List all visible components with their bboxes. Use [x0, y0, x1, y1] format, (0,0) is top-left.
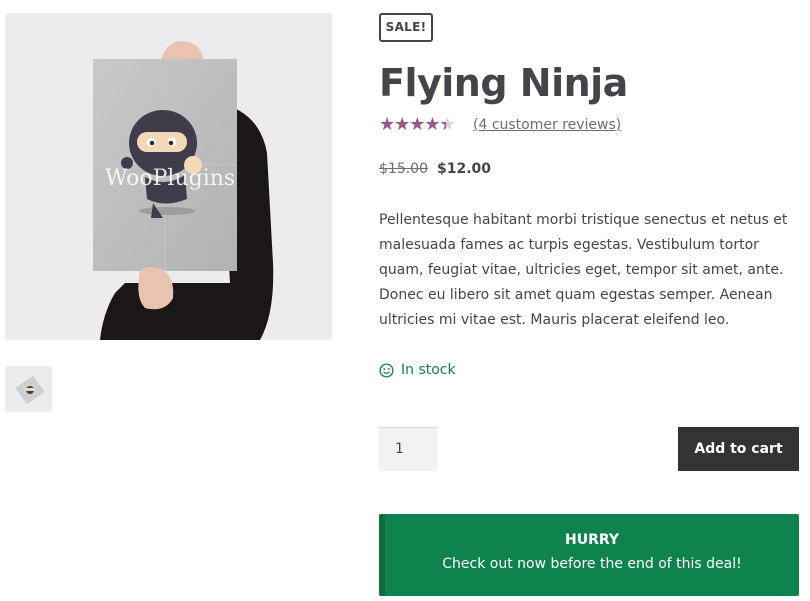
watermark-text: WooPlugins: [105, 166, 235, 191]
stock-text: In stock: [401, 362, 456, 378]
product-main-image[interactable]: WooPlugins: [5, 13, 332, 340]
product-description: Pellentesque habitant morbi tristique se…: [379, 212, 788, 328]
stock-status: In stock: [379, 362, 456, 378]
sale-badge: SALE!: [379, 13, 433, 42]
add-to-cart-button[interactable]: Add to cart: [678, 427, 799, 471]
product-thumbnail[interactable]: [5, 366, 52, 412]
hurry-heading: HURRY: [564, 532, 620, 548]
product-rating: ★★★★★ ★★★★★ (4 customer reviews): [379, 114, 621, 136]
thumbnail-image: [5, 366, 52, 412]
hurry-message: Check out now before the end of this dea…: [442, 556, 742, 572]
hurry-notice: HURRY Check out now before the end of th…: [379, 514, 799, 596]
smiley-icon: [379, 362, 394, 378]
star-rating: ★★★★★ ★★★★★: [379, 115, 463, 135]
product-title: Flying Ninja: [379, 61, 628, 105]
customer-reviews-link[interactable]: (4 customer reviews): [473, 117, 621, 133]
poster-image: WooPlugins: [5, 13, 332, 340]
original-price: $15.00: [379, 161, 428, 177]
star-icons-filled: ★★★★★: [379, 115, 446, 135]
product-price: $15.00 $12.00: [379, 161, 491, 177]
quantity-input[interactable]: [379, 427, 437, 471]
sale-price: $12.00: [437, 161, 492, 177]
